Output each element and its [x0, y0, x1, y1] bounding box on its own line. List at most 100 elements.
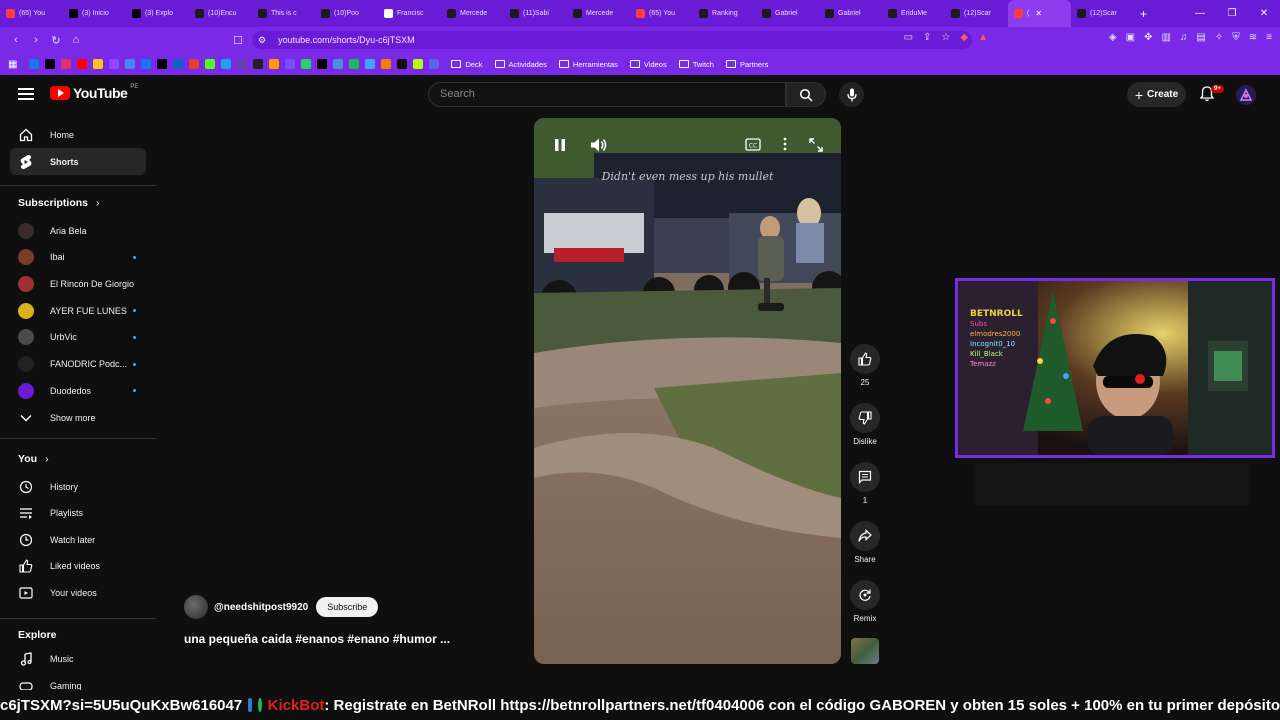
closed-captions-icon[interactable]: CC	[745, 138, 761, 151]
bookmark-folder[interactable]: Partners	[725, 60, 768, 69]
subscription-item[interactable]: FANODRIC Podc...	[10, 351, 146, 378]
bookmark-icon[interactable]	[189, 59, 200, 69]
subscription-item[interactable]: El Rincón De Giorgio	[10, 270, 146, 297]
forward-icon[interactable]: ›	[26, 34, 46, 46]
extension-icon[interactable]: ◈	[1109, 32, 1117, 43]
new-tab-icon[interactable]: +	[1140, 7, 1147, 21]
dislike-button[interactable]: Dislike	[848, 403, 882, 446]
bookmark-icon[interactable]	[221, 59, 232, 69]
bookmark-folder[interactable]: Deck	[451, 60, 483, 69]
wallet-icon[interactable]: ▤	[1196, 32, 1205, 43]
search-input[interactable]: Search	[428, 82, 786, 107]
browser-tab[interactable]: Francisc	[378, 0, 441, 27]
channel-name[interactable]: @needshitpost9920	[214, 602, 308, 613]
hamburger-menu-icon[interactable]	[18, 88, 34, 100]
puzzle-icon[interactable]: ✥	[1144, 32, 1152, 43]
sound-thumbnail[interactable]	[851, 638, 879, 664]
account-avatar[interactable]	[1236, 85, 1256, 105]
menu-icon[interactable]: ≡	[1266, 32, 1272, 43]
reload-icon[interactable]: ↻	[46, 34, 66, 47]
bookmark-icon[interactable]	[157, 59, 168, 69]
back-icon[interactable]: ‹	[6, 34, 26, 46]
youtube-logo[interactable]: YouTube PE	[50, 84, 138, 101]
voice-search-button[interactable]	[839, 82, 864, 107]
bookmark-icon[interactable]	[301, 59, 312, 69]
browser-tab[interactable]: (11)Sabi	[504, 0, 567, 27]
restore-icon[interactable]: ❐	[1216, 0, 1248, 27]
subscriptions-heading[interactable]: Subscriptions ›	[18, 197, 100, 209]
sparkle-icon[interactable]: ✧	[1215, 32, 1223, 43]
bookmark-icon[interactable]	[173, 59, 184, 69]
browser-tab[interactable]: (65) You	[630, 0, 693, 27]
sidebar-item-home[interactable]: Home	[10, 121, 146, 148]
browser-tab[interactable]: Gabriel	[756, 0, 819, 27]
show-more-button[interactable]: Show more	[10, 404, 146, 431]
bookmark-icon[interactable]	[413, 59, 424, 69]
extension-icon[interactable]: ▣	[1126, 32, 1135, 43]
vpn-shield-icon[interactable]: ⛨	[1232, 32, 1240, 43]
volume-icon[interactable]	[590, 137, 608, 153]
bookmark-icon[interactable]	[333, 59, 344, 69]
star-icon[interactable]: ☆	[941, 32, 950, 43]
sidebar-item-music[interactable]: Music	[10, 645, 146, 672]
pause-icon[interactable]	[554, 138, 566, 152]
more-options-icon[interactable]	[782, 137, 788, 151]
share-button[interactable]: Share	[848, 521, 882, 564]
browser-tab[interactable]: (12)Scar	[945, 0, 1008, 27]
browser-tab[interactable]: (10)Poo	[315, 0, 378, 27]
browser-tab[interactable]: Gabriel	[819, 0, 882, 27]
bookmark-icon[interactable]	[29, 59, 40, 69]
music-note-icon[interactable]: ♫	[1180, 32, 1188, 43]
bookmark-icon[interactable]	[45, 59, 56, 69]
subscription-item[interactable]: Aria Bela	[10, 217, 146, 244]
browser-tab[interactable]: EriduMe	[882, 0, 945, 27]
share-page-icon[interactable]: ⇪	[923, 32, 931, 43]
bookmark-icon[interactable]	[93, 59, 104, 69]
bookmark-icon[interactable]	[269, 59, 280, 69]
site-info-icon[interactable]: ⚙	[258, 35, 266, 46]
bookmark-icon[interactable]	[317, 59, 328, 69]
subscription-item[interactable]: Ibai	[10, 244, 146, 271]
close-window-icon[interactable]: ✕	[1248, 0, 1280, 27]
remix-button[interactable]: Remix	[848, 580, 882, 623]
sidebar-panel-icon[interactable]: ▥	[1161, 32, 1170, 43]
url-field[interactable]: ⚙ youtube.com/shorts/Dyu-c6jTSXM	[252, 31, 972, 49]
bookmark-icon[interactable]	[61, 59, 72, 69]
bookmark-icon[interactable]	[77, 59, 88, 69]
bookmark-icon[interactable]	[397, 59, 408, 69]
bookmark-icon[interactable]	[125, 59, 136, 69]
bookmark-icon[interactable]	[429, 59, 440, 69]
bookmark-folder[interactable]: Actividades	[494, 60, 547, 69]
bookmark-icon[interactable]	[365, 59, 376, 69]
browser-tab[interactable]: Ranking	[693, 0, 756, 27]
shield-ext-icon[interactable]: ◆	[960, 32, 968, 43]
browser-tab[interactable]: This is c	[252, 0, 315, 27]
bookmark-icon[interactable]	[237, 59, 248, 69]
browser-tab[interactable]: (10)Encu	[189, 0, 252, 27]
short-video-player[interactable]: Didn't even mess up his mullet CC	[534, 118, 841, 664]
sidebar-item-liked-videos[interactable]: Liked videos	[10, 553, 146, 580]
alert-ext-icon[interactable]: ▲	[978, 32, 988, 43]
subscription-item[interactable]: Duodedos	[10, 377, 146, 404]
comments-button[interactable]: 1	[848, 462, 882, 505]
brand-ext-icon[interactable]: ≋	[1249, 32, 1257, 43]
sidebar-item-watch-later[interactable]: Watch later	[10, 526, 146, 553]
minimize-icon[interactable]: —	[1184, 0, 1216, 27]
subscription-item[interactable]: AYER FUE LUNES	[10, 297, 146, 324]
browser-tab[interactable]: (65) You	[0, 0, 63, 27]
bookmark-folder[interactable]: Herramientas	[558, 60, 618, 69]
bookmark-icon[interactable]	[205, 59, 216, 69]
sidebar-item-your-videos[interactable]: Your videos	[10, 579, 146, 606]
sidebar-item-gaming[interactable]: Gaming	[10, 672, 146, 690]
short-title[interactable]: una pequeña caida #enanos #enano #humor …	[184, 632, 450, 646]
bookmark-icon[interactable]	[253, 59, 264, 69]
bookmark-icon[interactable]	[381, 59, 392, 69]
bookmark-icon[interactable]	[109, 59, 120, 69]
subscribe-button[interactable]: Subscribe	[316, 597, 379, 617]
browser-tab[interactable]: (3) Explo	[126, 0, 189, 27]
search-button[interactable]	[786, 82, 826, 107]
browser-tab[interactable]: (12)Scar	[1071, 0, 1134, 27]
sidebar-item-shorts[interactable]: Shorts	[10, 148, 146, 175]
browser-tab[interactable]: (3) Inicio	[63, 0, 126, 27]
sidebar-item-history[interactable]: History	[10, 473, 146, 500]
